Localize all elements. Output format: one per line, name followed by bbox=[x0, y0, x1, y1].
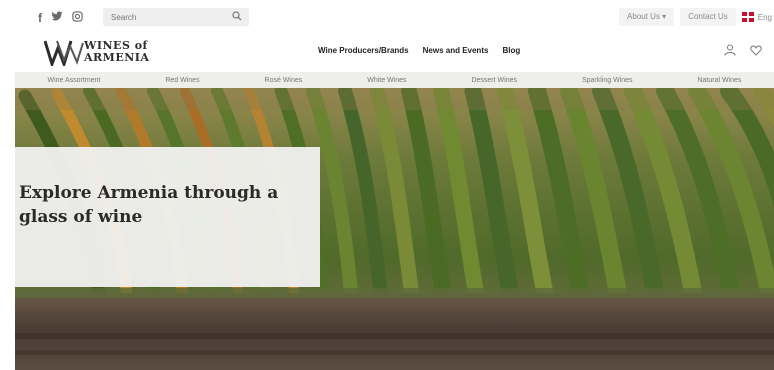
search-box[interactable] bbox=[103, 8, 249, 26]
about-dropdown[interactable]: About Us ▾ bbox=[619, 8, 675, 26]
social-links: f bbox=[38, 11, 83, 24]
uk-flag-icon bbox=[741, 12, 754, 22]
category-red-wines[interactable]: Red Wines bbox=[165, 77, 199, 84]
top-utility-bar: f About Us ▾ Contact Us Eng bbox=[0, 0, 774, 34]
category-white-wines[interactable]: White Wines bbox=[367, 77, 406, 84]
header-icons bbox=[724, 44, 762, 56]
contact-link[interactable]: Contact Us bbox=[680, 8, 736, 26]
site-logo[interactable]: WINES of ARMENIA bbox=[44, 37, 154, 67]
site-header: WINES of ARMENIA Wine Producers/Brands N… bbox=[0, 34, 774, 72]
search-icon[interactable] bbox=[232, 11, 242, 21]
hero-text-card: Explore Armenia through a glass of wine bbox=[15, 147, 320, 287]
language-switcher[interactable]: Eng bbox=[741, 12, 774, 22]
nav-blog[interactable]: Blog bbox=[502, 46, 520, 55]
instagram-icon[interactable] bbox=[72, 11, 83, 24]
top-right-links: About Us ▾ Contact Us Eng bbox=[619, 8, 774, 26]
user-icon[interactable] bbox=[724, 44, 736, 56]
logo-text: WINES of ARMENIA bbox=[84, 40, 149, 64]
category-bar: Wine Assortment Red Wines Rosé Wines Whi… bbox=[15, 72, 774, 88]
nav-news-events[interactable]: News and Events bbox=[423, 46, 489, 55]
search-input[interactable] bbox=[111, 11, 221, 23]
category-sparkling-wines[interactable]: Sparkling Wines bbox=[582, 77, 633, 84]
twitter-icon[interactable] bbox=[51, 11, 63, 24]
hero-title: Explore Armenia through a glass of wine bbox=[19, 183, 279, 227]
category-natural-wines[interactable]: Natural Wines bbox=[697, 77, 741, 84]
category-dessert-wines[interactable]: Dessert Wines bbox=[471, 77, 517, 84]
nav-wine-producers[interactable]: Wine Producers/Brands bbox=[318, 46, 409, 55]
heart-icon[interactable] bbox=[750, 44, 762, 56]
logo-mark-icon bbox=[44, 40, 84, 66]
category-rose-wines[interactable]: Rosé Wines bbox=[265, 77, 303, 84]
language-label: Eng bbox=[757, 12, 772, 22]
main-navigation: Wine Producers/Brands News and Events Bl… bbox=[318, 46, 520, 55]
facebook-icon[interactable]: f bbox=[38, 12, 42, 24]
logo-line2: ARMENIA bbox=[84, 51, 150, 64]
category-wine-assortment[interactable]: Wine Assortment bbox=[47, 77, 100, 84]
